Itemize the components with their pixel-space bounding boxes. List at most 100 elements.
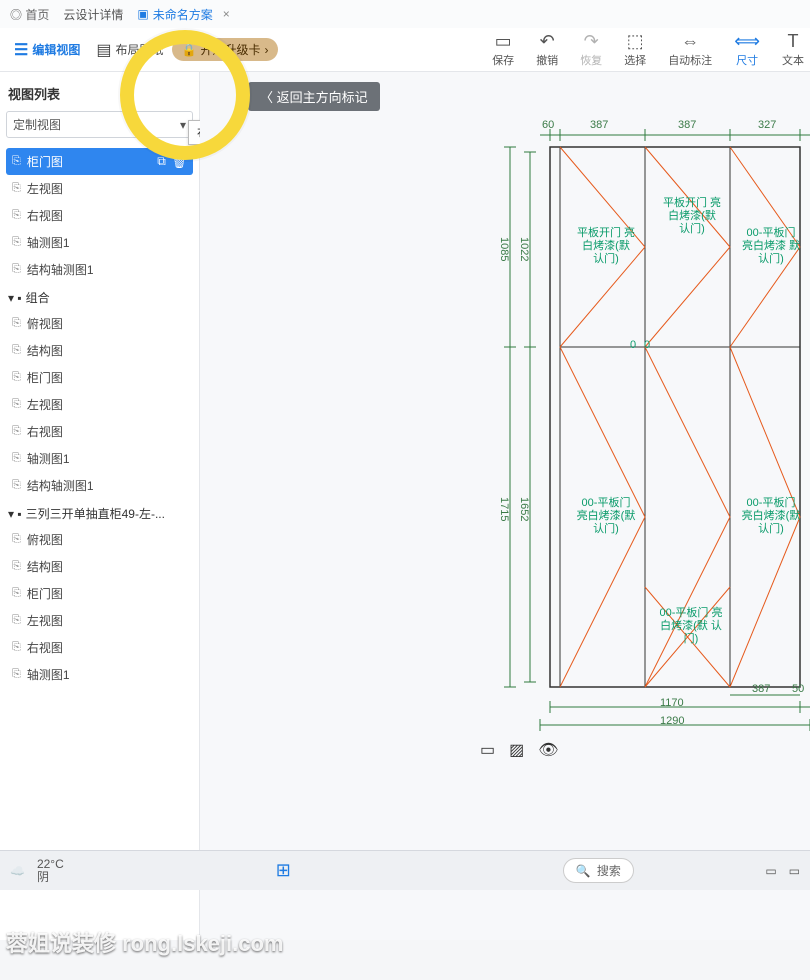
- edit-icon: ☰: [14, 40, 28, 60]
- door-label: 平板开门 亮白烤漆(默 认门): [576, 227, 636, 266]
- sidebar-item[interactable]: ⎘右视图: [6, 418, 193, 445]
- redo-icon: ↷: [584, 32, 599, 50]
- sidebar-item[interactable]: ⎘轴测图1: [6, 661, 193, 688]
- sidebar-item[interactable]: ⎘俯视图: [6, 526, 193, 553]
- door-label: 00-平板门 亮白烤漆 默认门): [740, 227, 802, 266]
- text-button[interactable]: T 文本: [782, 32, 804, 68]
- link-icon: ⎘: [12, 371, 21, 384]
- sidebar-item-axon1[interactable]: ⎘轴测图1: [6, 229, 193, 256]
- door-label: 00-平板门 亮白烤漆(默 认门): [658, 607, 724, 646]
- sidebar-group-combo[interactable]: ▾ ▪ 组合: [6, 283, 193, 310]
- sidebar-item[interactable]: ⎘结构图: [6, 553, 193, 580]
- select-button[interactable]: ⬚ 选择: [624, 32, 646, 68]
- delete-icon[interactable]: 🗑: [172, 155, 187, 169]
- link-icon: ⎘: [12, 398, 21, 411]
- sidebar-item[interactable]: ⎘柜门图: [6, 580, 193, 607]
- drawing-svg: [480, 117, 810, 737]
- sidebar-item[interactable]: ⎘左视图: [6, 391, 193, 418]
- breadcrumb-home[interactable]: ◎ 首页: [10, 6, 49, 23]
- dim-top-b: 387: [590, 119, 608, 131]
- taskbar-search[interactable]: 🔍 搜索: [563, 858, 634, 883]
- tab-layout-drawing[interactable]: ▤ 布局图纸: [88, 36, 171, 64]
- windows-start-icon[interactable]: ⊞: [276, 860, 291, 881]
- canvas[interactable]: 〈 返回主方向标记: [200, 72, 810, 940]
- dim-left-in-lower: 1652: [518, 497, 530, 521]
- dim-bottom-outer: 1290: [660, 715, 684, 727]
- sidebar-item-right-view[interactable]: ⎘右视图: [6, 202, 193, 229]
- sidebar-item[interactable]: ⎘轴测图1: [6, 445, 193, 472]
- dim-bottom-gap: 50: [792, 683, 804, 695]
- weather-widget[interactable]: 22°C 阴: [37, 858, 64, 884]
- dim-bottom-seg: 387: [752, 683, 770, 695]
- dim-top-a: 60: [542, 119, 554, 131]
- door-label: 平板开门 亮白烤漆(默 认门): [662, 197, 722, 236]
- windows-taskbar: ☁️ 22°C 阴 ⊞ 🔍 搜索 ▭ ▭: [0, 850, 810, 890]
- sidebar-item[interactable]: ⎘结构图: [6, 337, 193, 364]
- doc-icon: ▣: [137, 7, 148, 21]
- weather-icon[interactable]: ☁️: [10, 864, 25, 878]
- dim-zero-l: 0: [630, 339, 636, 351]
- undo-icon: ↶: [540, 32, 555, 50]
- link-icon: ⎘: [12, 155, 21, 168]
- link-icon: ⎘: [12, 560, 21, 573]
- link-icon: ⎘: [12, 317, 21, 330]
- sidebar-item[interactable]: ⎘结构轴测图1: [6, 472, 193, 499]
- door-label: 00-平板门 亮白烤漆(默 认门): [740, 497, 802, 536]
- chevron-down-icon: ▾: [180, 118, 186, 132]
- main-toolbar: ☰ 编辑视图 ▤ 布局图纸 🔒 开通升级卡 › ▭ 保存 ↶ 撤销 ↷ 恢复 ⬚…: [0, 28, 810, 72]
- link-icon: ⎘: [12, 344, 21, 357]
- dim-left-in-upper: 1022: [518, 237, 530, 261]
- canvas-bottom-toolbar: ▭ ▨ 👁: [480, 740, 559, 760]
- text-icon: T: [788, 32, 799, 50]
- watermark: 蓉姐说装修 rong.lskeji.com: [6, 926, 284, 958]
- copy-icon[interactable]: ⧉: [157, 154, 166, 169]
- save-button[interactable]: ▭ 保存: [492, 32, 514, 68]
- dim-left-out-lower: 1715: [498, 497, 510, 521]
- dim-top-c: 387: [678, 119, 696, 131]
- link-icon: ⎘: [12, 533, 21, 546]
- sidebar-title: 视图列表: [8, 84, 191, 103]
- breadcrumb: ◎ 首页 云设计详情 ▣ 未命名方案 ×: [0, 0, 810, 28]
- save-icon: ▭: [495, 32, 512, 50]
- sidebar-item-cabinet-door[interactable]: ⎘ 柜门图 ⧉ 🗑: [6, 148, 193, 175]
- image-icon[interactable]: ▨: [509, 740, 524, 760]
- redo-button[interactable]: ↷ 恢复: [580, 32, 602, 68]
- breadcrumb-docname[interactable]: ▣ 未命名方案 ×: [137, 6, 229, 23]
- undo-button[interactable]: ↶ 撤销: [536, 32, 558, 68]
- dimension-icon: ⟺: [734, 32, 760, 50]
- link-icon: ⎘: [12, 479, 21, 492]
- page-icon[interactable]: ▭: [480, 740, 495, 760]
- sidebar-item[interactable]: ⎘柜门图: [6, 364, 193, 391]
- sidebar-item[interactable]: ⎘右视图: [6, 634, 193, 661]
- sidebar-item-struct-axon1[interactable]: ⎘结构轴测图1: [6, 256, 193, 283]
- link-icon: ⎘: [12, 263, 21, 276]
- link-icon: ⎘: [12, 668, 21, 681]
- taskbar-app-icon[interactable]: ▭: [765, 864, 776, 878]
- auto-dim-button[interactable]: ⇔ 自动标注: [668, 32, 712, 68]
- link-icon: ⎘: [12, 425, 21, 438]
- link-icon: ⎘: [12, 641, 21, 654]
- sidebar-item-left-view[interactable]: ⎘左视图: [6, 175, 193, 202]
- sidebar-group-cabinet[interactable]: ▾ ▪ 三列三开单抽直柜49-左-...: [6, 499, 193, 526]
- cabinet-drawing: 60 387 387 327 1085 1022 1715 1652 387 5…: [480, 117, 810, 737]
- back-to-main-button[interactable]: 〈 返回主方向标记: [248, 82, 380, 111]
- tab-edit-view[interactable]: ☰ 编辑视图: [6, 36, 88, 64]
- upgrade-button[interactable]: 🔒 开通升级卡 ›: [172, 38, 279, 61]
- dim-top-d: 327: [758, 119, 776, 131]
- auto-dim-icon: ⇔: [681, 32, 699, 50]
- search-icon: 🔍: [576, 864, 591, 878]
- lock-icon: 🔒: [182, 43, 197, 57]
- taskbar-app-icon[interactable]: ▭: [789, 864, 800, 878]
- dimension-button[interactable]: ⟺ 尺寸: [734, 32, 760, 68]
- dim-zero-r: 0: [644, 339, 650, 351]
- close-icon[interactable]: ×: [223, 7, 230, 21]
- link-icon: ⎘: [12, 236, 21, 249]
- sidebar-item[interactable]: ⎘左视图: [6, 607, 193, 634]
- lock-view-icon[interactable]: 👁: [538, 740, 558, 760]
- chevron-right-icon: ›: [264, 43, 268, 57]
- sidebar-item[interactable]: ⎘俯视图: [6, 310, 193, 337]
- view-type-select[interactable]: 定制视图 ▾: [6, 111, 193, 138]
- select-icon: ⬚: [627, 32, 644, 50]
- breadcrumb-design[interactable]: 云设计详情: [63, 6, 123, 23]
- view-list-sidebar: 视图列表 定制视图 ▾ ⎘ 柜门图 ⧉ 🗑 ⎘左视图 ⎘右视图 ⎘轴测图1 ⎘结…: [0, 72, 200, 940]
